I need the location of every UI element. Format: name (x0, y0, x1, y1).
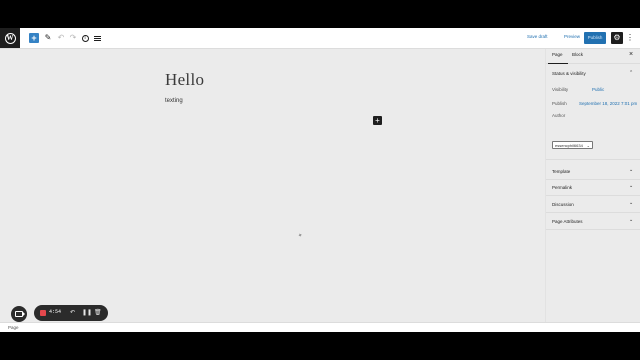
publish-button[interactable]: Publish (584, 32, 606, 44)
panel-divider (546, 195, 640, 196)
undo-icon: ↶ (70, 310, 76, 316)
visibility-label: Visibility (552, 87, 569, 92)
save-draft-button[interactable]: Save draft (527, 34, 548, 39)
chevron-down-icon: ⌄ (586, 143, 590, 148)
list-view-icon (93, 35, 101, 42)
template-panel-toggle[interactable]: Template (552, 169, 570, 174)
camera-icon (15, 311, 25, 317)
permalink-panel-toggle[interactable]: Permalink (552, 185, 572, 190)
chevron-down-icon[interactable]: ⌄ (629, 167, 633, 173)
pencil-icon: ✎ (44, 33, 52, 42)
author-select-value: essencphil6634 (555, 143, 583, 148)
wordpress-logo-button[interactable]: W (0, 28, 20, 48)
pause-recording-button[interactable]: ❚❚ (82, 308, 92, 318)
page-attributes-panel-toggle[interactable]: Page Attributes (552, 219, 583, 224)
publish-date-toggle[interactable]: September 18, 2022 7:01 pm (579, 101, 637, 106)
tab-page[interactable]: Page (552, 52, 563, 57)
options-button[interactable]: ⋮ (626, 32, 634, 44)
chevron-down-icon[interactable]: ⌄ (629, 200, 633, 206)
editor-toolbar: W + ✎ ↶ ↷ i Save draft Preview Publish ⚙… (0, 28, 640, 49)
recording-timer: 4:54 (49, 309, 62, 315)
undo-icon: ↶ (57, 33, 65, 42)
wordpress-icon: W (4, 32, 16, 44)
preview-button[interactable]: Preview (564, 34, 580, 39)
settings-button[interactable]: ⚙ (611, 32, 623, 44)
discussion-panel-toggle[interactable]: Discussion (552, 202, 574, 207)
camera-toggle-button[interactable] (11, 306, 27, 322)
mouse-cursor-icon: ⌖ (297, 232, 304, 240)
panel-divider (546, 229, 640, 230)
tab-block[interactable]: Block (572, 52, 583, 57)
panel-divider (546, 212, 640, 213)
undo-button[interactable]: ↶ (56, 33, 66, 43)
visibility-toggle[interactable]: Public (592, 87, 604, 92)
paragraph-block[interactable]: texting (165, 98, 183, 104)
info-icon: i (81, 34, 89, 42)
list-view-button[interactable] (92, 33, 102, 43)
block-breadcrumb-bar: Page (0, 322, 640, 332)
active-tab-indicator (548, 62, 568, 64)
close-sidebar-button[interactable]: × (629, 51, 633, 58)
sidebar-tabs: Page Block × (546, 49, 640, 64)
editor-screen: W + ✎ ↶ ↷ i Save draft Preview Publish ⚙… (0, 28, 640, 332)
author-select[interactable]: essencphil6634 ⌄ (552, 141, 593, 149)
chevron-down-icon[interactable]: ⌄ (629, 183, 633, 189)
status-visibility-panel-toggle[interactable]: Status & visibility (552, 71, 586, 76)
close-icon: × (629, 51, 634, 58)
stop-recording-button[interactable] (40, 310, 46, 316)
edit-tool-button[interactable]: ✎ (43, 33, 53, 43)
breadcrumb[interactable]: Page (8, 325, 19, 330)
add-block-button[interactable]: + (29, 33, 39, 43)
inline-add-block-button[interactable]: + (373, 116, 382, 125)
trash-icon: 🗑 (94, 310, 102, 316)
restart-recording-button[interactable]: ↶ (70, 308, 75, 318)
page-title[interactable]: Hello (165, 70, 204, 90)
publish-label: Publish (552, 101, 567, 106)
redo-button[interactable]: ↷ (68, 33, 78, 43)
panel-divider (546, 159, 640, 160)
redo-icon: ↷ (69, 33, 77, 42)
more-vertical-icon: ⋮ (626, 33, 634, 42)
chevron-up-icon[interactable]: ⌃ (629, 70, 633, 76)
delete-recording-button[interactable]: 🗑 (94, 308, 102, 318)
chevron-down-icon[interactable]: ⌄ (629, 217, 633, 223)
pause-icon: ❚❚ (82, 310, 93, 316)
editor-canvas[interactable]: Hello texting + ⌖ (0, 49, 545, 326)
panel-divider (546, 179, 640, 180)
author-label: Author (552, 113, 566, 118)
settings-sidebar: Page Block × Status & visibility ⌃ Visib… (545, 49, 640, 326)
details-button[interactable]: i (80, 33, 90, 43)
recording-controls: 4:54 ↶ ❚❚ 🗑 (34, 305, 108, 321)
gear-icon: ⚙ (613, 33, 621, 42)
